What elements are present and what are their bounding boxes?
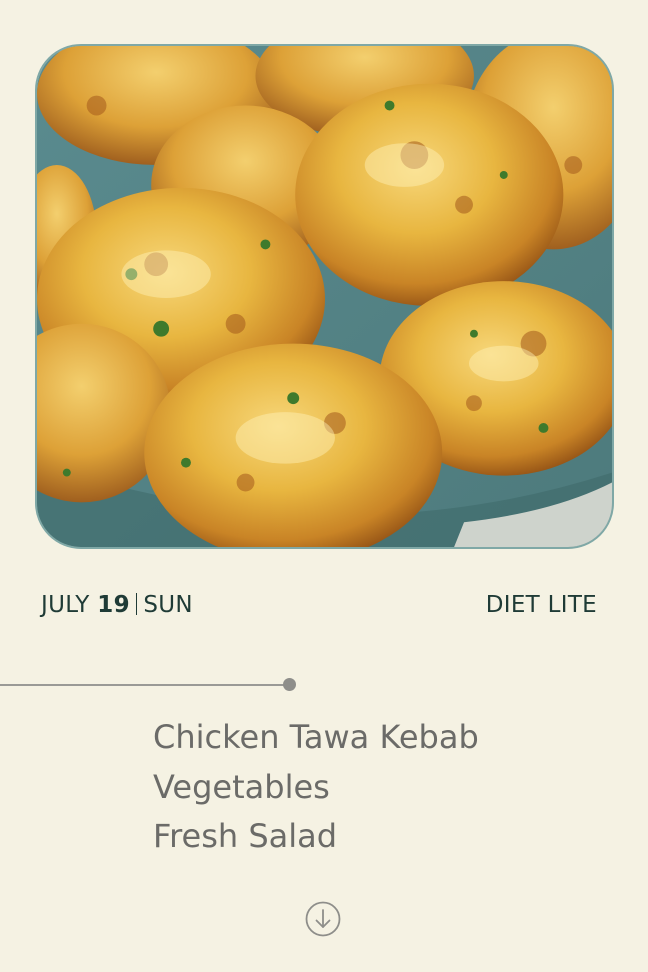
divider-line xyxy=(0,684,286,686)
date-month: JULY xyxy=(41,592,90,618)
menu-list: Chicken Tawa Kebab Vegetables Fresh Sala… xyxy=(153,713,479,862)
plan-name: DIET LITE xyxy=(485,592,597,618)
scroll-down-button[interactable] xyxy=(305,901,341,937)
menu-item: Vegetables xyxy=(153,767,330,806)
menu-item: Fresh Salad xyxy=(153,817,338,855)
divider-dot xyxy=(283,678,296,691)
date-separator xyxy=(135,593,138,615)
arrow-down-circle-icon xyxy=(305,901,341,937)
meal-photo xyxy=(35,44,614,549)
menu-item: Chicken Tawa Kebab xyxy=(153,718,479,756)
meal-card-page: JULY 19 SUN DIET LITE Chicken Tawa Kebab … xyxy=(0,0,648,972)
date-day: 19 xyxy=(97,592,130,618)
date-weekday: SUN xyxy=(143,592,193,618)
meal-photo-image xyxy=(37,46,612,547)
meal-date: JULY 19 SUN xyxy=(41,592,193,618)
